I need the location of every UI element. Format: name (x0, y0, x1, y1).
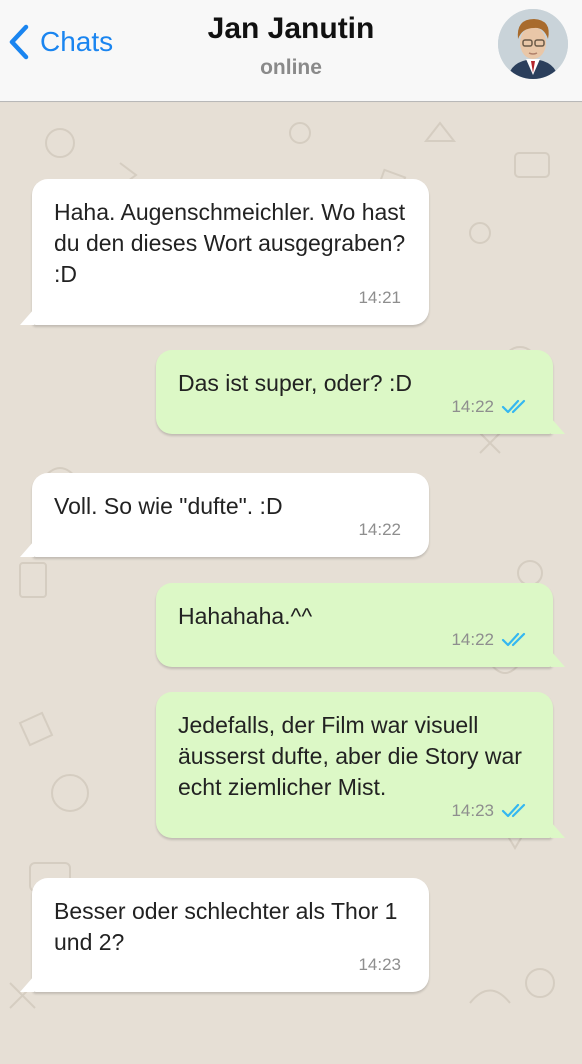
avatar-image (498, 9, 568, 79)
message-time: 14:22 (451, 397, 494, 416)
message-text: Voll. So wie "dufte". :D (54, 493, 283, 519)
message-incoming[interactable]: Besser oder schlechter als Thor 1 und 2?… (20, 878, 429, 992)
message-incoming[interactable]: Voll. So wie "dufte". :D 14:22 (20, 473, 429, 557)
message-meta: 14:22 (451, 391, 531, 422)
double-check-icon (501, 399, 526, 413)
message-meta: 14:22 (358, 514, 401, 545)
message-time: 14:22 (451, 630, 494, 649)
message-outgoing[interactable]: Jedefalls, der Film war visuell äusserst… (156, 692, 565, 838)
double-check-icon (501, 632, 526, 646)
chat-header: Chats Jan Janutin online (0, 0, 582, 102)
message-time: 14:23 (358, 955, 401, 974)
contact-avatar[interactable] (498, 9, 568, 79)
message-outgoing[interactable]: Das ist super, oder? :D 14:22 (156, 350, 565, 434)
message-incoming[interactable]: Haha. Augenschmeichler. Wo hast du den d… (20, 179, 429, 325)
message-meta: 14:22 (451, 624, 531, 655)
message-time: 14:23 (451, 801, 494, 820)
contact-name[interactable]: Jan Janutin (0, 12, 582, 46)
contact-status: online (260, 56, 322, 79)
message-outgoing[interactable]: Hahahaha.^^ 14:22 (156, 583, 565, 667)
chat-area[interactable]: Haha. Augenschmeichler. Wo hast du den d… (0, 103, 582, 1064)
message-text: Jedefalls, der Film war visuell äusserst… (178, 712, 522, 800)
message-meta: 14:23 (451, 795, 531, 826)
message-time: 14:22 (358, 520, 401, 539)
message-text: Haha. Augenschmeichler. Wo hast du den d… (54, 199, 406, 287)
double-check-icon (501, 803, 526, 817)
message-meta: 14:23 (358, 949, 401, 980)
message-text: Besser oder schlechter als Thor 1 und 2? (54, 898, 398, 955)
message-meta: 14:21 (358, 282, 401, 313)
message-time: 14:21 (358, 288, 401, 307)
